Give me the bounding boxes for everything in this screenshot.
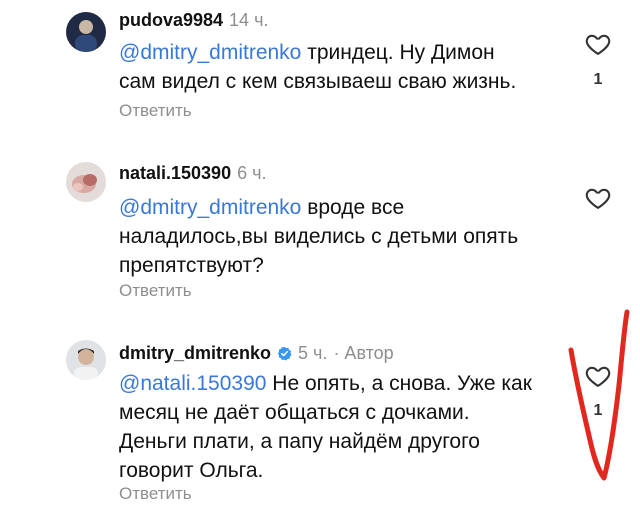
comment-header: pudova9984 14 ч. — [119, 10, 268, 31]
timestamp: 6 ч. — [237, 163, 267, 183]
username[interactable]: pudova9984 — [119, 10, 223, 31]
comment-header: dmitry_dmitrenko 5 ч. · Автор — [119, 343, 394, 364]
avatar[interactable] — [66, 340, 106, 380]
comment-header: natali.150390 6 ч. — [119, 163, 266, 184]
profile-photo-icon — [66, 12, 106, 52]
username[interactable]: natali.150390 — [119, 163, 231, 184]
comment-text-line: сам видел с кем связываеш сваю жизнь. — [119, 70, 517, 93]
reply-button[interactable]: Ответить — [119, 281, 192, 301]
comment-text-line: Не опять, а снова. Уже как — [266, 372, 532, 395]
comment-text-line: вроде все — [301, 196, 405, 219]
verified-badge-icon — [277, 346, 292, 361]
profile-photo-icon — [66, 340, 106, 380]
timestamp: 5 ч. — [298, 343, 328, 363]
heart-outline-icon[interactable] — [584, 362, 612, 390]
like-count: 1 — [593, 71, 603, 88]
comment-text-line: наладилось,вы виделись с детьми опять — [119, 225, 519, 248]
avatar[interactable] — [66, 162, 106, 202]
comment-text: @dmitry_dmitrenko триндец. Ну Димон сам … — [119, 38, 559, 96]
heart-outline-icon[interactable] — [584, 184, 612, 212]
comment-text-line: месяц не даёт общаться с дочками. — [119, 401, 470, 424]
comment-text: @natali.150390 Не опять, а снова. Уже ка… — [119, 369, 559, 485]
username[interactable]: dmitry_dmitrenko — [119, 343, 271, 364]
comment-text-line: Деньги плати, а папу найдём другого — [119, 430, 480, 453]
reply-button[interactable]: Ответить — [119, 101, 192, 121]
timestamp: 14 ч. — [229, 10, 269, 30]
mention-link[interactable]: @dmitry_dmitrenko — [119, 196, 301, 219]
comment-text: @dmitry_dmitrenko вроде все наладилось,в… — [119, 193, 559, 280]
reply-button[interactable]: Ответить — [119, 484, 192, 504]
comment-text-line: препятствуют? — [119, 254, 264, 277]
profile-photo-icon — [66, 162, 106, 202]
author-label: · Автор — [333, 343, 394, 363]
mention-link[interactable]: @dmitry_dmitrenko — [119, 41, 301, 64]
comment-text-line: говорит Ольга. — [119, 459, 264, 482]
avatar[interactable] — [66, 12, 106, 52]
comment-text-line: триндец. Ну Димон — [301, 41, 495, 64]
heart-outline-icon[interactable] — [584, 30, 612, 58]
like-count: 1 — [593, 402, 603, 419]
mention-link[interactable]: @natali.150390 — [119, 372, 266, 395]
